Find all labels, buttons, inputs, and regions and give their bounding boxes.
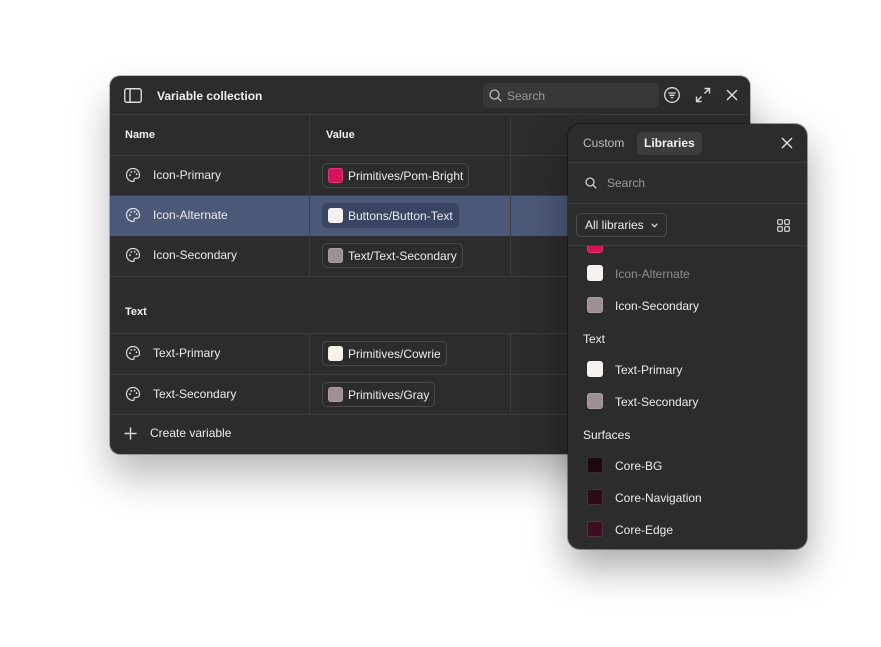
list-item[interactable]: Core-Edge bbox=[568, 514, 807, 546]
color-swatch bbox=[328, 346, 343, 361]
list-item[interactable]: Icon-Secondary bbox=[568, 290, 807, 322]
list-item[interactable]: Text-Primary bbox=[568, 354, 807, 386]
library-filter-label: All libraries bbox=[585, 218, 644, 232]
value-label: Primitives/Gray bbox=[348, 387, 430, 402]
column-header-value: Value bbox=[326, 129, 355, 141]
value-chip[interactable]: Buttons/Button-Text bbox=[322, 203, 459, 228]
column-divider bbox=[510, 334, 511, 414]
value-chip[interactable]: Primitives/Pom-Bright bbox=[322, 163, 470, 188]
section-title-text: Text bbox=[583, 332, 606, 346]
color-swatch bbox=[587, 361, 603, 377]
value-label: Primitives/Pom-Bright bbox=[348, 168, 464, 183]
close-icon[interactable] bbox=[724, 87, 740, 103]
variable-name: Text-Primary bbox=[153, 346, 221, 360]
variable-name: Icon-Secondary bbox=[153, 248, 238, 262]
group-title: Text bbox=[125, 306, 147, 318]
search-icon bbox=[585, 177, 597, 189]
color-swatch bbox=[328, 168, 343, 183]
list-item-label: Core-BG bbox=[615, 459, 663, 473]
list-item-label: Icon-Secondary bbox=[615, 299, 700, 313]
variable-picker-popover: Custom Libraries Search All libraries Ic bbox=[568, 124, 807, 549]
palette-icon bbox=[125, 247, 141, 263]
value-chip[interactable]: Primitives/Cowrie bbox=[322, 341, 447, 366]
column-divider bbox=[309, 334, 310, 414]
picker-tabs: Custom Libraries bbox=[568, 124, 807, 163]
search-placeholder: Search bbox=[507, 89, 546, 103]
palette-icon bbox=[125, 345, 141, 361]
chevron-down-icon bbox=[651, 222, 658, 228]
picker-search-input[interactable]: Search bbox=[568, 163, 807, 204]
list-item-label: Text-Secondary bbox=[615, 395, 699, 409]
color-swatch bbox=[328, 387, 343, 402]
list-item[interactable]: Core-Navigation bbox=[568, 482, 807, 514]
palette-icon bbox=[125, 207, 141, 223]
list-item-label: Text-Primary bbox=[615, 363, 683, 377]
panel-title: Variable collection bbox=[157, 89, 263, 103]
column-header-name: Name bbox=[125, 129, 155, 141]
list-item[interactable]: Text-Secondary bbox=[568, 386, 807, 418]
variable-name: Icon-Alternate bbox=[153, 208, 228, 222]
color-swatch bbox=[587, 297, 603, 313]
variable-name: Icon-Primary bbox=[153, 168, 222, 182]
plus-icon bbox=[124, 427, 137, 439]
filter-icon[interactable] bbox=[662, 85, 682, 105]
color-swatch bbox=[587, 457, 603, 473]
value-label: Primitives/Cowrie bbox=[348, 346, 441, 361]
color-swatch bbox=[328, 248, 343, 263]
list-item-label: Icon-Alternate bbox=[615, 267, 690, 281]
list-item-label: Core-Navigation bbox=[615, 491, 702, 505]
sidebar-toggle-icon[interactable] bbox=[124, 88, 142, 103]
list-item[interactable]: Core-BG bbox=[568, 450, 807, 482]
tab-libraries[interactable]: Libraries bbox=[637, 132, 702, 155]
close-icon[interactable] bbox=[780, 136, 794, 150]
color-swatch bbox=[587, 521, 603, 537]
color-swatch bbox=[587, 489, 603, 505]
color-swatch bbox=[587, 265, 603, 281]
palette-icon bbox=[125, 167, 141, 183]
search-icon bbox=[489, 89, 502, 102]
column-divider bbox=[309, 115, 310, 276]
search-input[interactable]: Search bbox=[483, 83, 659, 108]
list-item-label: Core-Edge bbox=[615, 523, 674, 537]
list-item[interactable]: Icon-Alternate bbox=[568, 258, 807, 290]
variable-list: Icon-Alternate Icon-Secondary Text Text-… bbox=[568, 246, 807, 549]
create-variable-label: Create variable bbox=[150, 426, 232, 440]
create-variable-button[interactable]: Create variable bbox=[124, 426, 231, 440]
expand-icon[interactable] bbox=[695, 87, 711, 103]
color-swatch bbox=[587, 246, 603, 253]
search-placeholder: Search bbox=[607, 176, 646, 190]
variable-name: Text-Secondary bbox=[153, 387, 237, 401]
tab-custom[interactable]: Custom bbox=[576, 132, 631, 155]
value-label: Buttons/Button-Text bbox=[348, 208, 453, 223]
grid-view-icon[interactable] bbox=[777, 219, 790, 232]
panel-header: Variable collection Search bbox=[110, 76, 750, 115]
column-divider bbox=[510, 115, 511, 276]
value-chip[interactable]: Primitives/Gray bbox=[322, 382, 436, 407]
color-swatch bbox=[587, 393, 603, 409]
value-label: Text/Text-Secondary bbox=[348, 248, 457, 263]
library-filter-dropdown[interactable]: All libraries bbox=[576, 213, 667, 237]
color-swatch bbox=[328, 208, 343, 223]
palette-icon bbox=[125, 386, 141, 402]
section-title-surfaces: Surfaces bbox=[583, 428, 631, 442]
value-chip[interactable]: Text/Text-Secondary bbox=[322, 243, 463, 268]
